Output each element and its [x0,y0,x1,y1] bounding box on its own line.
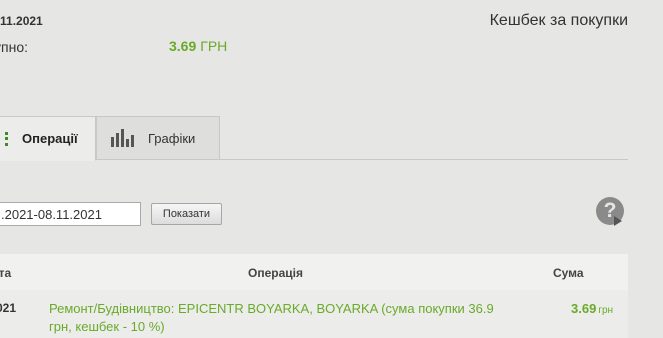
row-date: .2021 [0,301,17,315]
bar-chart-icon [111,129,134,147]
available-amount: 3.69 ГРН [169,38,227,54]
tab-graphs-label: Графіки [148,130,196,146]
tab-operations-label: Операції [22,131,78,146]
tab-operations[interactable]: Операції [0,116,96,161]
list-icon [5,131,12,146]
row-amount-value: 3.69 [571,301,597,316]
available-currency: ГРН [200,38,228,54]
tab-graphs[interactable]: Графіки [96,116,220,159]
help-icon-pointer [614,216,622,226]
column-sum: Сума [553,266,584,280]
row-currency: грн [598,305,614,316]
row-operation: Ремонт/Будівництво: EPICENTR BOYARKA, BO… [49,301,494,334]
column-date: ата [0,266,12,280]
page-title: Кешбек за покупки [489,12,628,29]
column-operation: Операція [248,266,303,280]
table-header: ата Операція Сума [0,254,628,290]
row-amount: 3.69 грн [571,301,613,316]
available-label: упно: [0,39,28,55]
show-button[interactable]: Показати [151,203,222,225]
table-row: .2021 2 Ремонт/Будівництво: EPICENTR BOY… [0,290,628,338]
available-amount-value: 3.69 [169,38,197,54]
top-date: 8.11.2021 [0,14,43,28]
date-range-input[interactable]: .2021-08.11.2021 [0,202,141,226]
